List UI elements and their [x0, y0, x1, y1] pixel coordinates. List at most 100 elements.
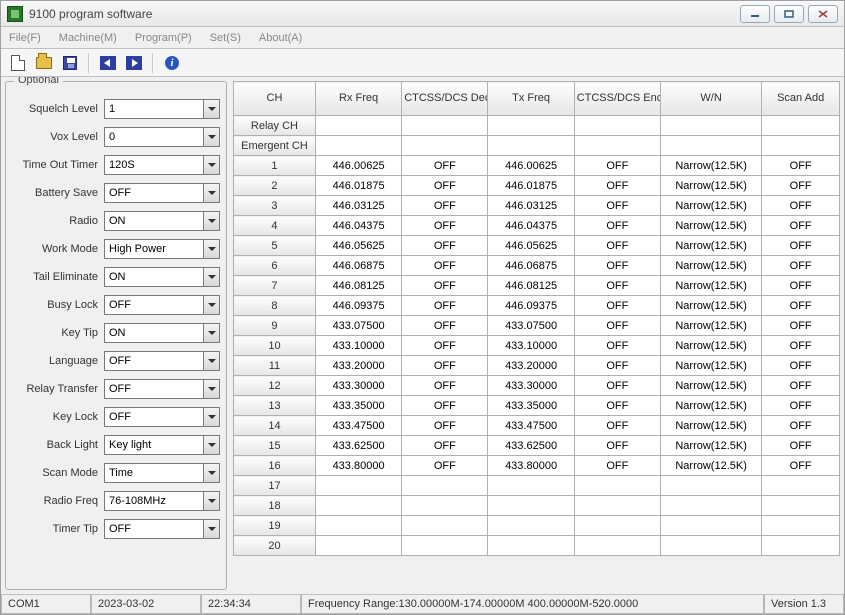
- table-row[interactable]: 15433.62500OFF433.62500OFFNarrow(12.5K)O…: [234, 436, 840, 456]
- cell-wn[interactable]: [660, 516, 761, 536]
- row-header[interactable]: 16: [234, 456, 316, 476]
- cell-rx[interactable]: 446.09375: [315, 296, 401, 316]
- col-tx[interactable]: Tx Freq: [488, 82, 574, 116]
- col-scan[interactable]: Scan Add: [762, 82, 840, 116]
- maximize-button[interactable]: [774, 5, 804, 23]
- row-header[interactable]: 18: [234, 496, 316, 516]
- cell-wn[interactable]: [660, 476, 761, 496]
- cell-dec[interactable]: OFF: [402, 416, 488, 436]
- field-combo[interactable]: OFF: [104, 183, 220, 203]
- cell[interactable]: [762, 116, 840, 136]
- info-button[interactable]: i: [161, 52, 183, 74]
- row-header[interactable]: 17: [234, 476, 316, 496]
- cell-tx[interactable]: 446.00625: [488, 156, 574, 176]
- cell-rx[interactable]: [315, 536, 401, 556]
- field-combo[interactable]: OFF: [104, 407, 220, 427]
- cell-scan[interactable]: OFF: [762, 336, 840, 356]
- cell-wn[interactable]: Narrow(12.5K): [660, 236, 761, 256]
- col-enc[interactable]: CTCSS/DCS Enc: [574, 82, 660, 116]
- cell-tx[interactable]: 433.07500: [488, 316, 574, 336]
- close-button[interactable]: [808, 5, 838, 23]
- cell-enc[interactable]: OFF: [574, 396, 660, 416]
- cell-enc[interactable]: OFF: [574, 156, 660, 176]
- field-combo[interactable]: OFF: [104, 379, 220, 399]
- cell-rx[interactable]: 446.01875: [315, 176, 401, 196]
- table-row[interactable]: 16433.80000OFF433.80000OFFNarrow(12.5K)O…: [234, 456, 840, 476]
- cell[interactable]: [574, 136, 660, 156]
- field-combo[interactable]: 1: [104, 99, 220, 119]
- cell-scan[interactable]: [762, 496, 840, 516]
- cell-dec[interactable]: OFF: [402, 216, 488, 236]
- cell-tx[interactable]: 446.04375: [488, 216, 574, 236]
- cell-dec[interactable]: OFF: [402, 396, 488, 416]
- col-dec[interactable]: CTCSS/DCS Dec: [402, 82, 488, 116]
- cell-scan[interactable]: [762, 476, 840, 496]
- cell-enc[interactable]: [574, 536, 660, 556]
- menu-set[interactable]: Set(S): [206, 30, 245, 46]
- table-row[interactable]: 10433.10000OFF433.10000OFFNarrow(12.5K)O…: [234, 336, 840, 356]
- row-header[interactable]: 13: [234, 396, 316, 416]
- cell-scan[interactable]: OFF: [762, 156, 840, 176]
- row-header[interactable]: 20: [234, 536, 316, 556]
- field-combo[interactable]: ON: [104, 323, 220, 343]
- menu-program[interactable]: Program(P): [131, 30, 196, 46]
- cell-enc[interactable]: [574, 496, 660, 516]
- cell-tx[interactable]: 446.08125: [488, 276, 574, 296]
- cell-rx[interactable]: 433.62500: [315, 436, 401, 456]
- row-header[interactable]: 4: [234, 216, 316, 236]
- cell-rx[interactable]: 446.06875: [315, 256, 401, 276]
- table-row[interactable]: 3446.03125OFF446.03125OFFNarrow(12.5K)OF…: [234, 196, 840, 216]
- cell-dec[interactable]: OFF: [402, 376, 488, 396]
- cell-rx[interactable]: [315, 496, 401, 516]
- cell-scan[interactable]: OFF: [762, 436, 840, 456]
- col-wn[interactable]: W/N: [660, 82, 761, 116]
- cell-scan[interactable]: OFF: [762, 216, 840, 236]
- cell-wn[interactable]: Narrow(12.5K): [660, 416, 761, 436]
- cell-tx[interactable]: [488, 496, 574, 516]
- cell-dec[interactable]: OFF: [402, 456, 488, 476]
- cell-tx[interactable]: 433.62500: [488, 436, 574, 456]
- cell-enc[interactable]: OFF: [574, 216, 660, 236]
- cell-tx[interactable]: 446.05625: [488, 236, 574, 256]
- cell-enc[interactable]: OFF: [574, 436, 660, 456]
- cell-wn[interactable]: [660, 496, 761, 516]
- cell-dec[interactable]: OFF: [402, 296, 488, 316]
- row-header[interactable]: 15: [234, 436, 316, 456]
- cell-scan[interactable]: OFF: [762, 176, 840, 196]
- cell[interactable]: [315, 136, 401, 156]
- cell-wn[interactable]: Narrow(12.5K): [660, 356, 761, 376]
- field-combo[interactable]: Key light: [104, 435, 220, 455]
- cell-tx[interactable]: 446.09375: [488, 296, 574, 316]
- menu-machine[interactable]: Machine(M): [55, 30, 121, 46]
- cell-tx[interactable]: [488, 476, 574, 496]
- cell-enc[interactable]: OFF: [574, 176, 660, 196]
- new-button[interactable]: [7, 52, 29, 74]
- cell[interactable]: [762, 136, 840, 156]
- cell-enc[interactable]: OFF: [574, 196, 660, 216]
- cell-rx[interactable]: 446.08125: [315, 276, 401, 296]
- cell[interactable]: [488, 116, 574, 136]
- row-header[interactable]: 9: [234, 316, 316, 336]
- table-row[interactable]: 13433.35000OFF433.35000OFFNarrow(12.5K)O…: [234, 396, 840, 416]
- row-header[interactable]: 6: [234, 256, 316, 276]
- table-row[interactable]: 14433.47500OFF433.47500OFFNarrow(12.5K)O…: [234, 416, 840, 436]
- table-row[interactable]: 19: [234, 516, 840, 536]
- row-header[interactable]: 5: [234, 236, 316, 256]
- table-row[interactable]: 4446.04375OFF446.04375OFFNarrow(12.5K)OF…: [234, 216, 840, 236]
- row-header[interactable]: 8: [234, 296, 316, 316]
- cell-dec[interactable]: OFF: [402, 196, 488, 216]
- row-header[interactable]: 3: [234, 196, 316, 216]
- row-header[interactable]: 7: [234, 276, 316, 296]
- cell-dec[interactable]: OFF: [402, 176, 488, 196]
- cell-wn[interactable]: Narrow(12.5K): [660, 256, 761, 276]
- cell-rx[interactable]: 433.07500: [315, 316, 401, 336]
- field-combo[interactable]: High Power: [104, 239, 220, 259]
- row-header[interactable]: 12: [234, 376, 316, 396]
- cell-wn[interactable]: Narrow(12.5K): [660, 436, 761, 456]
- field-combo[interactable]: ON: [104, 267, 220, 287]
- cell-enc[interactable]: [574, 476, 660, 496]
- cell[interactable]: [402, 116, 488, 136]
- col-rx[interactable]: Rx Freq: [315, 82, 401, 116]
- table-row[interactable]: 18: [234, 496, 840, 516]
- table-row[interactable]: 2446.01875OFF446.01875OFFNarrow(12.5K)OF…: [234, 176, 840, 196]
